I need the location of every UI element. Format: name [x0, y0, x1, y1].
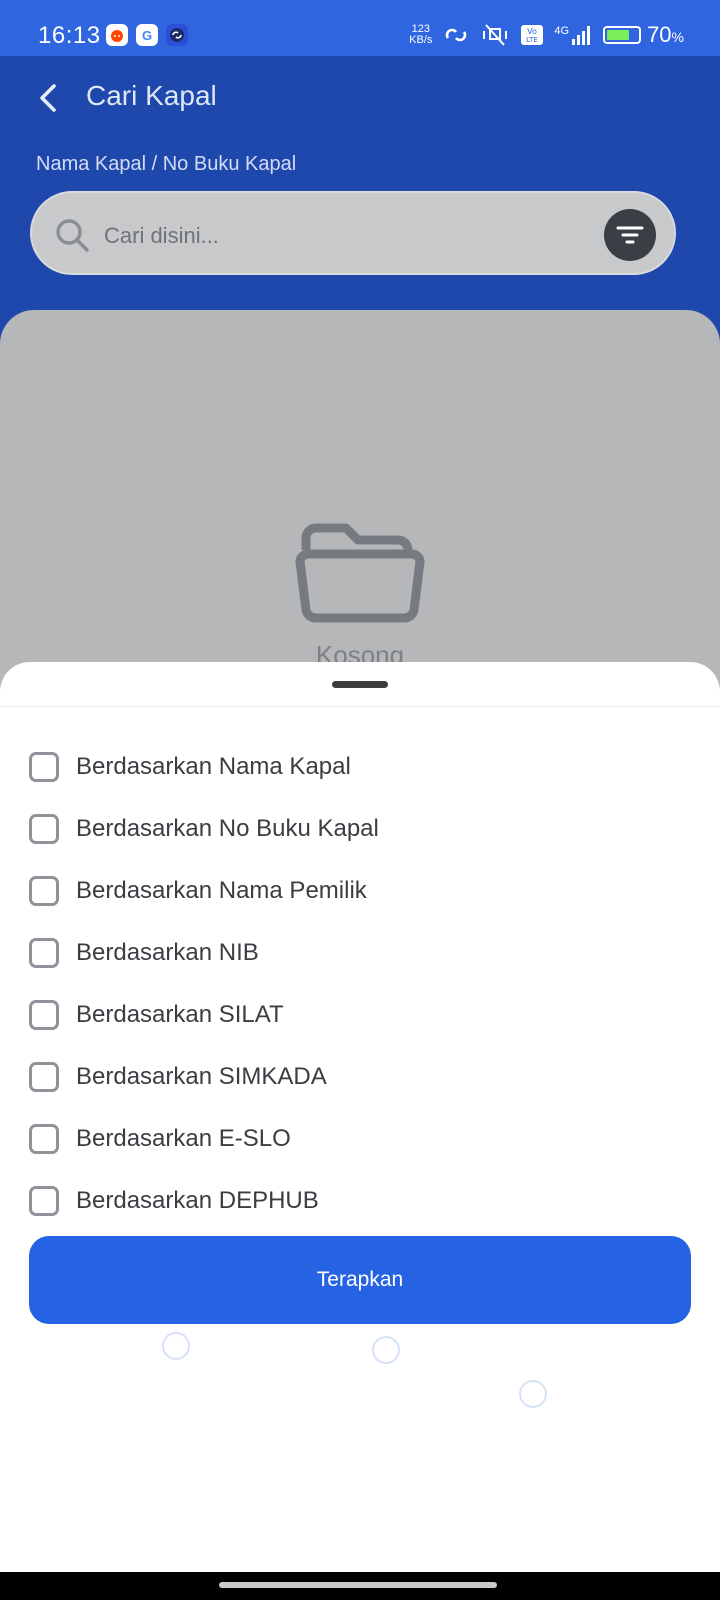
status-bar: 16:13 G 123 KB/s Vo LTE 4G 70% — [0, 0, 720, 56]
reddit-icon — [106, 24, 128, 46]
filter-icon — [616, 226, 644, 244]
drag-handle[interactable] — [332, 681, 388, 688]
option-silat[interactable]: Berdasarkan SILAT — [29, 984, 379, 1046]
option-label: Berdasarkan Nama Kapal — [76, 753, 351, 780]
filter-bottom-sheet: Berdasarkan Nama Kapal Berdasarkan No Bu… — [0, 662, 720, 1574]
touch-indicator — [372, 1336, 400, 1364]
checkbox[interactable] — [29, 938, 59, 968]
signal-indicator: 4G — [554, 25, 593, 45]
network-type: 4G — [554, 25, 570, 37]
option-label: Berdasarkan SILAT — [76, 1001, 284, 1028]
hotspot-link-icon — [446, 28, 467, 42]
option-label: Berdasarkan NIB — [76, 939, 259, 966]
touch-indicator — [519, 1380, 547, 1408]
home-indicator[interactable] — [219, 1582, 497, 1588]
battery-percent: 70% — [647, 22, 684, 47]
filter-button[interactable] — [604, 209, 656, 261]
page-title: Cari Kapal — [86, 80, 217, 111]
option-simkada[interactable]: Berdasarkan SIMKADA — [29, 1046, 379, 1108]
folder-icon — [295, 523, 425, 623]
status-time: 16:13 — [38, 22, 101, 49]
option-dephub[interactable]: Berdasarkan DEPHUB — [29, 1170, 379, 1232]
svg-text:Vo: Vo — [528, 27, 538, 36]
volte-icon: VoLTE — [521, 25, 544, 45]
checkbox[interactable] — [29, 1000, 59, 1030]
option-nib[interactable]: Berdasarkan NIB — [29, 922, 379, 984]
google-icon: G — [136, 24, 158, 46]
checkbox[interactable] — [29, 752, 59, 782]
filter-options: Berdasarkan Nama Kapal Berdasarkan No Bu… — [29, 736, 379, 1232]
checkbox[interactable] — [29, 1186, 59, 1216]
signal-icon — [572, 26, 591, 45]
notification-icons: G — [106, 24, 188, 46]
checkbox[interactable] — [29, 814, 59, 844]
option-nama-pemilik[interactable]: Berdasarkan Nama Pemilik — [29, 860, 379, 922]
search-label: Nama Kapal / No Buku Kapal — [36, 153, 297, 175]
mute-vibrate-icon — [483, 24, 508, 46]
touch-indicator — [162, 1332, 190, 1360]
apply-button[interactable]: Terapkan — [29, 1236, 691, 1324]
option-label: Berdasarkan No Buku Kapal — [76, 815, 379, 842]
option-label: Berdasarkan E-SLO — [76, 1125, 291, 1152]
results-card: Kosong — [0, 310, 720, 710]
sheet-divider — [0, 706, 720, 707]
option-label: Berdasarkan SIMKADA — [76, 1063, 327, 1090]
option-e-slo[interactable]: Berdasarkan E-SLO — [29, 1108, 379, 1170]
option-nama-kapal[interactable]: Berdasarkan Nama Kapal — [29, 736, 379, 798]
option-no-buku-kapal[interactable]: Berdasarkan No Buku Kapal — [29, 798, 379, 860]
system-nav-bar — [0, 1572, 720, 1600]
svg-text:LTE: LTE — [527, 36, 539, 44]
link-app-icon — [166, 24, 188, 46]
option-label: Berdasarkan Nama Pemilik — [76, 877, 367, 904]
battery: 70% — [603, 22, 684, 48]
back-arrow-icon[interactable] — [34, 80, 64, 116]
search-bar[interactable] — [30, 191, 676, 275]
search-icon — [56, 219, 89, 252]
net-speed-unit: KB/s — [409, 34, 433, 46]
checkbox[interactable] — [29, 1124, 59, 1154]
battery-icon — [603, 26, 642, 44]
checkbox[interactable] — [29, 876, 59, 906]
option-label: Berdasarkan DEPHUB — [76, 1187, 319, 1214]
checkbox[interactable] — [29, 1062, 59, 1092]
system-icons: 123 KB/s Vo LTE 4G 70% — [409, 22, 684, 48]
net-speed: 123 KB/s — [409, 24, 432, 46]
search-input[interactable] — [102, 215, 586, 257]
